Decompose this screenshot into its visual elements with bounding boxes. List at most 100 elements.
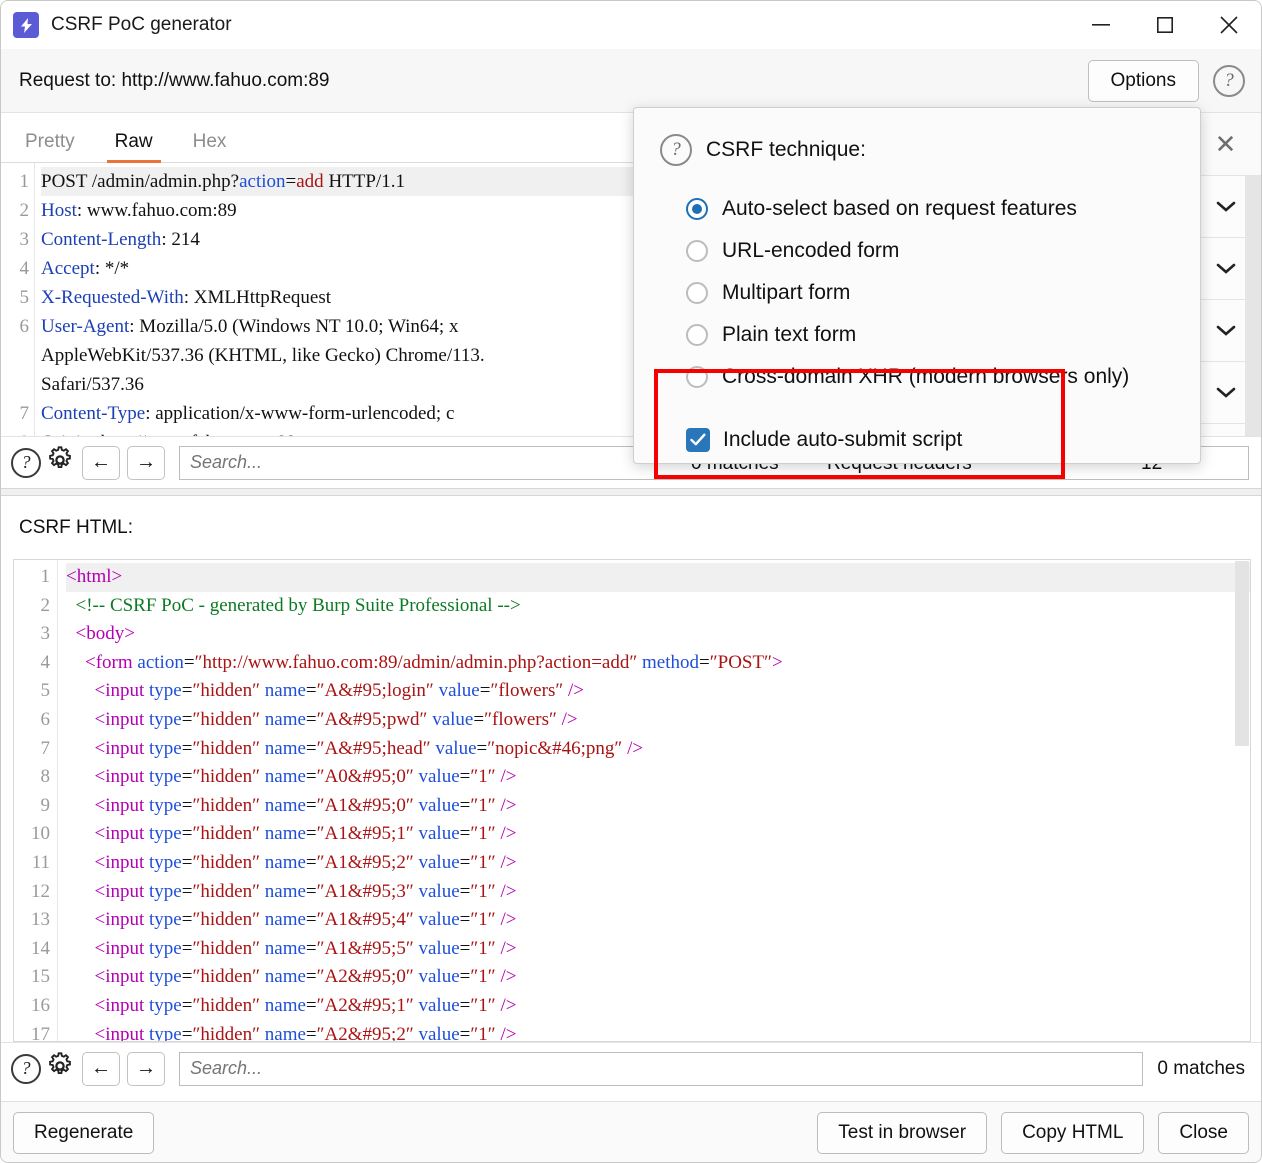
popup-title: CSRF technique: (706, 138, 866, 161)
primary-actions: Test in browser Copy HTML Close (817, 1111, 1249, 1154)
chevron-down-icon (1216, 201, 1235, 212)
radio-label: Plain text form (722, 323, 857, 346)
code-line: <input type=″hidden″ name=″A&#95;head″ v… (94, 737, 644, 759)
chevron-down-icon (1216, 325, 1235, 336)
search-prev-button[interactable]: ← (82, 445, 120, 480)
request-bar-actions: Options ? (1087, 59, 1245, 102)
csrf-poc-generator-window: CSRF PoC generator Request to: http://ww… (0, 0, 1262, 1163)
line-number: 15 (31, 966, 50, 988)
csrf-search-toolbar: ? ← → 0 matches (1, 1042, 1261, 1094)
line-number: 13 (31, 909, 50, 931)
include-auto-submit-script-label: Include auto-submit script (723, 428, 963, 451)
request-target-label: Request to: http://www.fahuo.com:89 (19, 69, 330, 91)
code-line: <input type=″hidden″ name=″A2&#95;2″ val… (94, 1023, 517, 1042)
radio-option-url-encoded-form[interactable]: URL-encoded form (686, 230, 1200, 272)
radio-icon[interactable] (686, 198, 708, 220)
include-auto-submit-script-row[interactable]: Include auto-submit script (634, 398, 1200, 452)
csrf-html-code-panel[interactable]: 1 2 3 4 5 6 7 8 9 10 11 12 13 14 15 16 17 <html> <!-- CS… (13, 559, 1251, 1042)
code-line: <input type=″hidden″ name=″A&#95;login″ … (94, 680, 585, 702)
line-number: 10 (31, 823, 50, 845)
line-number (1, 341, 34, 370)
csrf-search-input[interactable] (179, 1051, 1144, 1086)
code-line: <input type=″hidden″ name=″A&#95;pwd″ va… (94, 708, 578, 730)
line-number: 1 (19, 171, 30, 192)
radio-option-multipart-form[interactable]: Multipart form (686, 272, 1200, 314)
csrf-search-prev-button[interactable]: ← (82, 1051, 120, 1086)
line-number: 1 (40, 566, 51, 587)
options-button[interactable]: Options (1087, 59, 1199, 102)
gear-icon[interactable] (45, 1051, 75, 1086)
code-line: <input type=″hidden″ name=″A2&#95;0″ val… (94, 966, 517, 988)
action-bar: Regenerate Test in browser Copy HTML Clo… (1, 1101, 1261, 1162)
csrf-search-next-button[interactable]: → (127, 1051, 165, 1086)
request-target-bar: Request to: http://www.fahuo.com:89 Opti… (1, 49, 1261, 113)
close-button[interactable] (1197, 1, 1261, 49)
search-help-icon[interactable]: ? (11, 447, 41, 478)
radio-icon[interactable] (686, 240, 708, 262)
line-number: 4 (40, 651, 51, 673)
checkbox-icon[interactable] (686, 428, 710, 452)
line-number: 2 (19, 200, 30, 221)
chevron-down-icon (1216, 263, 1235, 274)
close-dialog-button[interactable]: Close (1158, 1111, 1249, 1154)
chevron-down-icon (1216, 387, 1235, 398)
csrf-line-numbers: 1 2 3 4 5 6 7 8 9 10 11 12 13 14 15 16 17 (14, 560, 58, 1041)
radio-icon[interactable] (686, 324, 708, 346)
tab-raw[interactable]: Raw (99, 131, 169, 163)
code-line: <input type=″hidden″ name=″A1&#95;3″ val… (94, 880, 517, 902)
tab-hex[interactable]: Hex (177, 131, 243, 162)
line-number: 9 (40, 794, 51, 816)
radio-icon[interactable] (686, 282, 708, 304)
line-number: 2 (40, 594, 51, 616)
radio-option-auto-select[interactable]: Auto-select based on request features (686, 188, 1200, 230)
radio-label: URL-encoded form (722, 239, 900, 262)
csrf-html-label: CSRF HTML: (19, 517, 133, 538)
radio-icon[interactable] (686, 366, 708, 388)
code-line: <input type=″hidden″ name=″A1&#95;1″ val… (94, 823, 517, 845)
radio-label: Auto-select based on request features (722, 197, 1077, 220)
csrf-code-text[interactable]: <html> <!-- CSRF PoC - generated by Burp… (58, 560, 1250, 1041)
code-line: <input type=″hidden″ name=″A1&#95;5″ val… (94, 937, 517, 959)
line-number: 14 (31, 937, 50, 959)
code-line: <input type=″hidden″ name=″A2&#95;1″ val… (94, 994, 517, 1016)
csrf-technique-popup: ? CSRF technique: Auto-select based on r… (633, 107, 1201, 464)
gear-icon[interactable] (45, 445, 75, 480)
search-next-button[interactable]: → (127, 445, 165, 480)
code-line: <input type=″hidden″ name=″A0&#95;0″ val… (94, 766, 517, 788)
radio-label: Cross-domain XHR (modern browsers only) (722, 365, 1130, 388)
radio-label: Multipart form (722, 281, 851, 304)
line-number: 8 (40, 766, 51, 788)
tab-pretty[interactable]: Pretty (9, 131, 91, 162)
request-line-numbers: 12345678 (1, 163, 35, 448)
panel-splitter[interactable] (1, 488, 1261, 496)
help-icon[interactable]: ? (1213, 64, 1245, 97)
code-line: <input type=″hidden″ name=″A1&#95;2″ val… (94, 851, 517, 873)
line-number: 5 (19, 287, 30, 308)
test-in-browser-button[interactable]: Test in browser (817, 1111, 988, 1154)
code-line: <!-- CSRF PoC - generated by Burp Suite … (75, 594, 521, 616)
line-number: 16 (31, 994, 50, 1016)
burp-lightning-icon (13, 12, 39, 38)
line-number: 3 (40, 623, 51, 645)
line-number: 12 (31, 880, 50, 902)
search-help-icon[interactable]: ? (11, 1053, 41, 1084)
csrf-vertical-scrollbar[interactable] (1235, 561, 1249, 746)
radio-option-plain-text-form[interactable]: Plain text form (686, 314, 1200, 356)
csrf-match-count: 0 matches (1157, 1057, 1245, 1079)
popup-help-icon[interactable]: ? (660, 134, 692, 166)
line-number (1, 370, 34, 399)
csrf-technique-radio-group: Auto-select based on request features UR… (634, 166, 1200, 398)
regenerate-button[interactable]: Regenerate (13, 1111, 155, 1154)
line-number: 5 (40, 680, 51, 702)
copy-html-button[interactable]: Copy HTML (1001, 1111, 1145, 1154)
code-line: <html> (66, 563, 1250, 592)
code-line: <input type=″hidden″ name=″A1&#95;0″ val… (94, 794, 517, 816)
window-controls (1069, 1, 1261, 49)
code-line: <body> (75, 623, 135, 645)
maximize-button[interactable] (1133, 1, 1197, 49)
minimize-button[interactable] (1069, 1, 1133, 49)
line-number: 7 (19, 403, 30, 424)
line-number: 7 (40, 737, 51, 759)
title-bar: CSRF PoC generator (1, 1, 1261, 49)
radio-option-cross-domain-xhr[interactable]: Cross-domain XHR (modern browsers only) (686, 356, 1200, 398)
